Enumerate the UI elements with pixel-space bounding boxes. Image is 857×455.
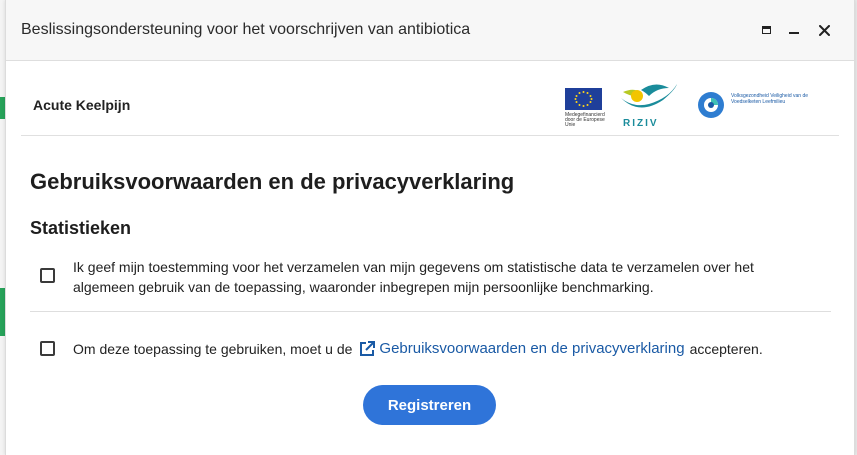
fod-logo-caption: Volksgezondheid Veiligheid van de Voedse… [731,93,809,105]
consent-checkbox[interactable] [40,268,55,283]
fod-emblem-icon [698,92,724,118]
minimize-button[interactable] [784,20,804,40]
riziv-wordmark: RIZIV [623,118,659,129]
terms-link[interactable]: Gebruiksvoorwaarden en de privacyverklar… [379,339,684,359]
external-link-icon[interactable] [358,340,376,358]
page-title: Gebruiksvoorwaarden en de privacyverklar… [30,169,515,194]
terms-prefix: Om deze toepassing te gebruiken, moet u … [73,341,353,357]
terms-label: Om deze toepassing te gebruiken, moet u … [73,339,763,359]
close-icon [818,24,830,36]
riziv-emblem-icon [621,84,677,108]
eu-logo: Medegefinancierd door de Europese Unie [565,88,605,128]
app-name: Acute Keelpijn [33,97,131,113]
terms-suffix: accepteren. [689,341,763,357]
app-header: Acute Keelpijn Medegefinancierd door de … [21,60,839,136]
close-button[interactable] [814,20,834,40]
dialog-window: Beslissingsondersteuning voor het voorsc… [5,0,855,455]
maximize-icon [761,26,771,34]
title-bar: Beslissingsondersteuning voor het voorsc… [6,0,854,61]
minimize-icon [789,32,799,34]
eu-flag-icon [565,88,602,110]
maximize-button[interactable] [756,20,776,40]
consent-label: Ik geef mijn toestemming voor het verzam… [73,259,754,295]
divider [30,311,831,312]
fod-logo: Volksgezondheid Veiligheid van de Voedse… [696,90,826,120]
terms-checkbox[interactable] [40,341,55,356]
eu-logo-caption: Medegefinancierd door de Europese Unie [565,112,605,128]
riziv-logo: RIZIV [619,82,679,129]
section-title-statistics: Statistieken [30,218,132,238]
register-button[interactable]: Registreren [363,385,496,425]
window-title: Beslissingsondersteuning voor het voorsc… [21,21,471,38]
